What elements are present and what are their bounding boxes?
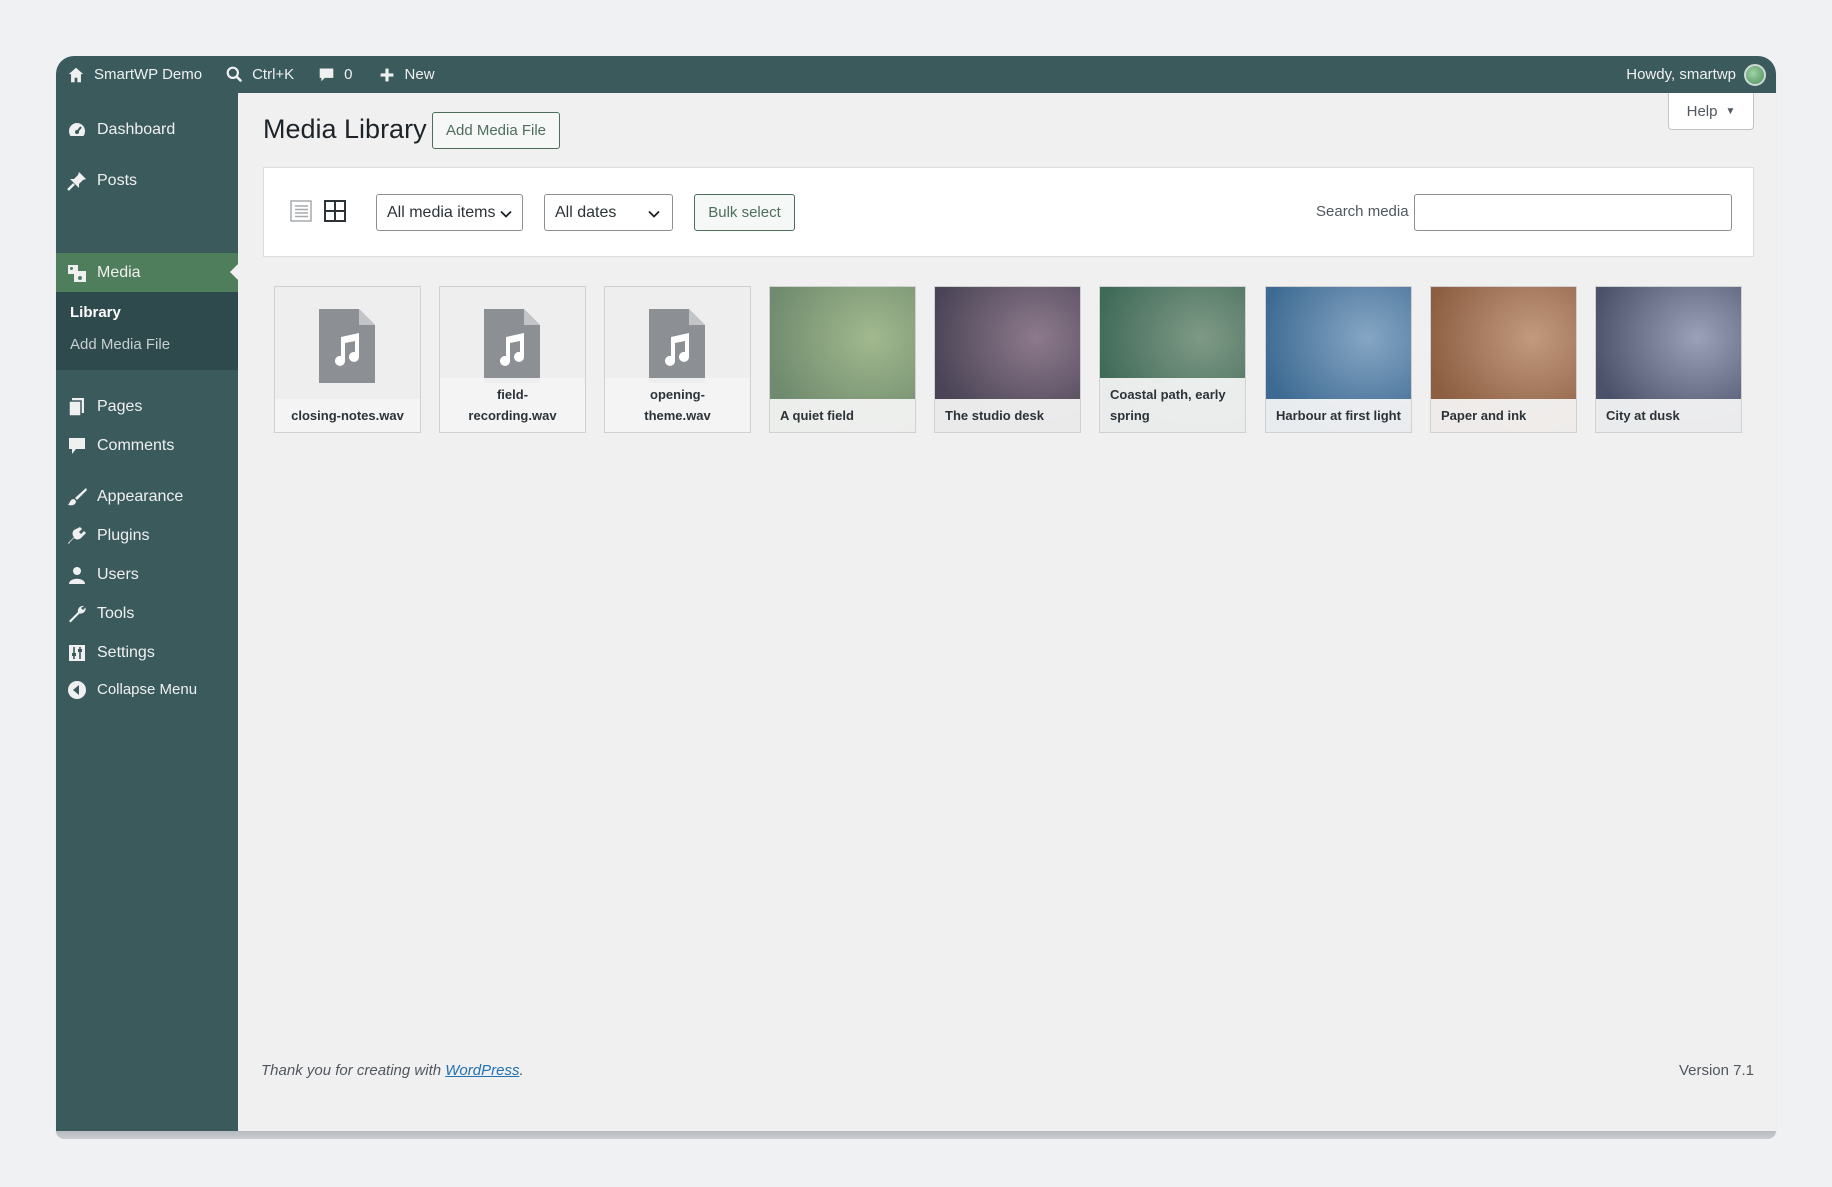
media-submenu: Library Add Media File bbox=[56, 292, 238, 370]
media-type-filter-value: All media items bbox=[387, 203, 496, 221]
media-caption: Coastal path, early spring bbox=[1100, 378, 1245, 432]
user-account-menu[interactable]: Howdy, smartwp bbox=[1617, 56, 1776, 93]
window-bottom-edge bbox=[56, 1131, 1776, 1139]
sidebar-item-label: Posts bbox=[97, 171, 138, 189]
brush-icon bbox=[66, 486, 88, 508]
sidebar-item-appearance[interactable]: Appearance bbox=[56, 477, 238, 516]
sidebar-item-tools[interactable]: Tools bbox=[56, 594, 238, 633]
pages-icon bbox=[66, 396, 88, 418]
media-caption: City at dusk bbox=[1596, 399, 1741, 432]
sidebar-item-label: Dashboard bbox=[97, 120, 176, 138]
media-tile[interactable]: opening- theme.wav bbox=[604, 286, 751, 433]
help-tab-button[interactable]: Help ▼ bbox=[1668, 93, 1754, 130]
search-shortcut: Ctrl+K bbox=[252, 66, 295, 83]
home-icon bbox=[66, 65, 86, 85]
media-tile[interactable]: Coastal path, early spring bbox=[1099, 286, 1246, 433]
new-label: New bbox=[404, 66, 435, 83]
sidebar-item-comments[interactable]: Comments bbox=[56, 426, 238, 465]
new-content-link[interactable]: New bbox=[368, 56, 444, 93]
list-view-icon[interactable] bbox=[290, 200, 314, 224]
add-media-file-button[interactable]: Add Media File bbox=[432, 112, 560, 149]
sidebar-item-label: Users bbox=[97, 565, 139, 583]
media-caption: Paper and ink bbox=[1431, 399, 1576, 432]
chevron-down-icon bbox=[648, 207, 660, 219]
media-caption: closing-notes.wav bbox=[275, 399, 420, 432]
plugin-icon bbox=[66, 525, 88, 547]
command-search[interactable]: Ctrl+K bbox=[215, 56, 303, 93]
footer-thanks-suffix: . bbox=[519, 1062, 524, 1079]
search-media-label: Search media bbox=[1316, 203, 1409, 220]
media-tile[interactable]: closing-notes.wav bbox=[274, 286, 421, 433]
main-content: Media Library Add Media File Help ▼ All … bbox=[238, 93, 1776, 1131]
footer-version: Version 7.1 bbox=[1678, 1062, 1754, 1079]
sidebar-item-label: Plugins bbox=[97, 526, 150, 544]
sidebar-item-dashboard[interactable]: Dashboard bbox=[56, 110, 238, 149]
media-tile[interactable]: A quiet field bbox=[769, 286, 916, 433]
comments-count: 0 bbox=[344, 66, 353, 83]
sidebar-item-settings[interactable]: Settings bbox=[56, 633, 238, 672]
search-media-input[interactable] bbox=[1414, 194, 1732, 231]
footer-thanks: Thank you for creating with WordPress. bbox=[261, 1062, 524, 1079]
audio-file-icon bbox=[484, 309, 540, 383]
page-title: Media Library bbox=[263, 114, 427, 144]
pin-icon bbox=[66, 170, 88, 192]
sidebar-item-pages[interactable]: Pages bbox=[56, 387, 238, 426]
collapse-icon bbox=[66, 679, 88, 701]
plus-icon bbox=[377, 65, 397, 85]
media-tile[interactable]: Harbour at first light bbox=[1265, 286, 1412, 433]
media-tile[interactable]: field- recording.wav bbox=[439, 286, 586, 433]
sidebar-item-users[interactable]: Users bbox=[56, 555, 238, 594]
media-tile[interactable]: City at dusk bbox=[1595, 286, 1742, 433]
bulk-select-button[interactable]: Bulk select bbox=[694, 194, 795, 231]
media-caption: A quiet field bbox=[770, 399, 915, 432]
admin-bar: SmartWP Demo Ctrl+K 0 New Howdy, smartwp bbox=[56, 56, 1776, 93]
date-filter[interactable]: All dates bbox=[544, 194, 673, 231]
grid-view-icon[interactable] bbox=[324, 200, 348, 224]
audio-file-icon bbox=[319, 309, 375, 383]
avatar bbox=[1744, 63, 1766, 86]
sidebar-item-label: Appearance bbox=[97, 487, 184, 505]
comment-bubble-icon bbox=[316, 65, 336, 85]
sidebar-item-posts[interactable]: Posts bbox=[56, 161, 238, 200]
comments-link[interactable]: 0 bbox=[307, 56, 361, 93]
date-filter-value: All dates bbox=[555, 203, 617, 221]
media-type-filter[interactable]: All media items bbox=[376, 194, 523, 231]
caret-down-icon: ▼ bbox=[1725, 105, 1736, 117]
sidebar-item-plugins[interactable]: Plugins bbox=[56, 516, 238, 555]
sidebar-item-media[interactable]: Media bbox=[56, 253, 238, 292]
sidebar-item-label: Comments bbox=[97, 436, 175, 454]
sidebar-item-label: Media bbox=[97, 263, 141, 281]
media-icon bbox=[66, 262, 88, 284]
wrench-icon bbox=[66, 603, 88, 625]
admin-sidebar: Dashboard Posts Media Library Add Media … bbox=[56, 93, 238, 1131]
footer-thanks-text: Thank you for creating with bbox=[261, 1062, 446, 1079]
submenu-add-media-file[interactable]: Add Media File bbox=[70, 336, 170, 353]
wordpress-link[interactable]: WordPress bbox=[445, 1062, 519, 1079]
comment-icon bbox=[66, 435, 88, 457]
site-name: SmartWP Demo bbox=[94, 66, 203, 83]
howdy-text: Howdy, smartwp bbox=[1626, 66, 1736, 83]
search-icon bbox=[224, 65, 244, 85]
settings-icon bbox=[66, 642, 88, 664]
dashboard-icon bbox=[66, 119, 88, 141]
submenu-library[interactable]: Library bbox=[70, 304, 121, 321]
audio-file-icon bbox=[649, 309, 705, 383]
sidebar-item-label: Settings bbox=[97, 643, 155, 661]
sidebar-item-label: Pages bbox=[97, 397, 143, 415]
help-label: Help bbox=[1686, 102, 1718, 120]
media-caption: The studio desk bbox=[935, 399, 1080, 432]
sidebar-item-label: Tools bbox=[97, 604, 135, 622]
user-icon bbox=[66, 564, 88, 586]
media-caption: field- recording.wav bbox=[440, 378, 585, 432]
media-tile[interactable]: The studio desk bbox=[934, 286, 1081, 433]
media-tile[interactable]: Paper and ink bbox=[1430, 286, 1577, 433]
sidebar-item-label: Collapse Menu bbox=[97, 681, 198, 698]
media-toolbar: All media items All dates Bulk select Se… bbox=[263, 167, 1754, 257]
browser-window: SmartWP Demo Ctrl+K 0 New Howdy, smartwp bbox=[56, 56, 1776, 1131]
site-home-link[interactable]: SmartWP Demo bbox=[56, 56, 211, 93]
media-caption: Harbour at first light bbox=[1266, 399, 1411, 432]
collapse-menu-button[interactable]: Collapse Menu bbox=[56, 670, 238, 709]
media-caption: opening- theme.wav bbox=[605, 378, 750, 432]
chevron-down-icon bbox=[500, 207, 512, 219]
